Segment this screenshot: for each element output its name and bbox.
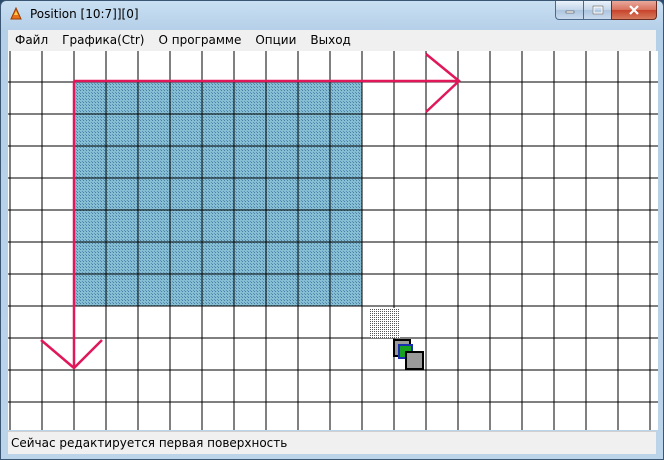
close-icon [629,5,639,15]
menu-file[interactable]: Файл [8,30,55,51]
minimize-button[interactable] [555,1,583,20]
drawing-canvas[interactable] [8,51,658,430]
marker-cell [370,308,400,338]
title-bar[interactable]: Position [10:7]][0] [1,1,663,29]
minimize-icon [565,10,574,14]
menu-options[interactable]: Опции [248,30,303,51]
close-button[interactable] [611,1,657,20]
surface-area [74,82,362,306]
maximize-button[interactable] [583,1,611,20]
status-text: Сейчас редактируется первая поверхность [11,436,288,450]
cursor-icon[interactable] [393,339,424,370]
menu-bar: Файл Графика(Ctr) О программе Опции Выхо… [8,30,656,52]
app-window: Position [10:7]][0] Файл Графика(Ctr) О … [0,0,664,460]
app-icon [10,7,22,20]
menu-graphics[interactable]: Графика(Ctr) [55,30,151,51]
canvas-svg[interactable] [8,51,658,430]
maximize-icon [592,5,603,15]
menu-about[interactable]: О программе [152,30,249,51]
menu-exit[interactable]: Выход [303,30,357,51]
caption-buttons [555,1,657,21]
window-title: Position [10:7]][0] [30,7,139,21]
status-bar: Сейчас редактируется первая поверхность [8,431,656,454]
